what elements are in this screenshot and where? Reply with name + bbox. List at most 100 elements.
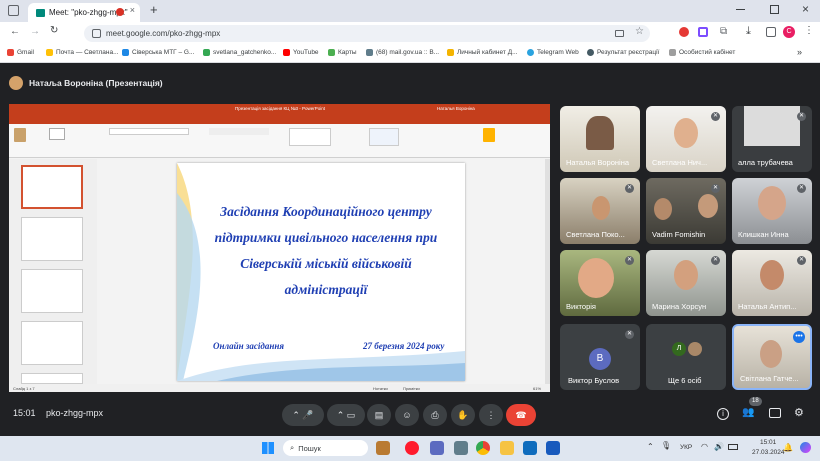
drive-icon xyxy=(203,49,210,56)
outlook-icon[interactable] xyxy=(523,441,537,455)
close-window-button[interactable]: × xyxy=(802,2,809,16)
more-bookmarks-icon[interactable]: » xyxy=(797,47,802,57)
bookmark-siverska[interactable]: Сіверська МТГ – G... xyxy=(122,49,194,56)
site-info-icon[interactable] xyxy=(92,29,101,38)
camera-options-button[interactable]: ⌃ ▭ xyxy=(327,404,365,426)
bookmark-star-icon[interactable]: ☆ xyxy=(635,26,644,37)
volume-icon[interactable]: 🔊 xyxy=(714,442,724,451)
word-icon[interactable] xyxy=(546,441,560,455)
participant-tile[interactable]: ✕ Марина Хорсун xyxy=(646,250,726,316)
activities-icon[interactable]: ⚙ xyxy=(794,406,804,419)
menu-kebab-icon[interactable]: ⋮ xyxy=(804,25,814,36)
tab-search-icon[interactable] xyxy=(766,27,776,37)
participant-tile[interactable]: Наталья Воронiна xyxy=(560,106,640,172)
battery-icon[interactable] xyxy=(728,444,738,450)
chrome-icon[interactable] xyxy=(476,441,490,455)
participant-video xyxy=(744,106,800,146)
participant-tile[interactable]: ✕ Vadim Fomishin xyxy=(646,178,726,244)
participant-tile[interactable]: ✕ Наталья Антип... xyxy=(732,250,812,316)
ppt-vertical-scrollbar[interactable] xyxy=(545,159,550,384)
bookmark-maps[interactable]: Карты xyxy=(328,49,357,56)
comments-button[interactable]: Примітки xyxy=(403,386,420,391)
participant-tile[interactable]: ✕ Клишкан Инна xyxy=(732,178,812,244)
bookmark-pochta[interactable]: Почта — Светлана... xyxy=(46,49,119,56)
emoji-button[interactable]: ☺ xyxy=(395,404,419,426)
language-indicator[interactable]: УКР xyxy=(680,444,692,451)
microphone-tray-icon[interactable]: 🎙 xyxy=(661,441,671,450)
windows-start-icon[interactable] xyxy=(262,442,274,454)
participant-video xyxy=(674,260,698,290)
extension-red-icon[interactable] xyxy=(679,27,689,37)
minimize-button[interactable] xyxy=(736,9,745,10)
more-options-icon[interactable]: ••• xyxy=(793,331,805,343)
url-field[interactable]: meet.google.com/pko-zhgg-mpx ☆ xyxy=(84,25,650,42)
file-explorer-icon[interactable] xyxy=(500,441,514,455)
camera-status-icon[interactable] xyxy=(615,30,624,37)
slide-thumbnail-4[interactable] xyxy=(21,321,83,365)
clock-date[interactable]: 27.03.2024 xyxy=(752,449,785,456)
opera-icon[interactable] xyxy=(405,441,419,455)
bookmark-youtube[interactable]: YouTube xyxy=(283,49,319,56)
browser-tab[interactable]: Meet: "pko-zhgg-mpx" × xyxy=(28,3,140,22)
captions-button[interactable]: ▤ xyxy=(367,404,391,426)
windows-taskbar: ⌕ Пошук ⌃ 🎙 УКР ◠ 🔊 15:01 27.03.2024 🔔 xyxy=(0,436,820,461)
designer-icon xyxy=(483,128,495,142)
mic-off-icon: ✕ xyxy=(711,112,720,121)
raise-hand-button[interactable]: ✋ xyxy=(451,404,475,426)
leave-call-button[interactable]: ☎ xyxy=(506,404,536,426)
participant-tile[interactable]: В ✕ Виктор Буслов xyxy=(560,324,640,390)
bookmark-result[interactable]: Результат реєстрації xyxy=(587,49,659,56)
notification-icon[interactable]: 🔔 xyxy=(783,443,793,452)
ppt-window-title: Презентація засідання КЦ №3 - PowerPoint xyxy=(235,106,326,111)
slide-thumbnail-1[interactable] xyxy=(21,165,83,209)
self-view-tile[interactable]: ••• Світлана Гатче... xyxy=(732,324,812,390)
clock-time[interactable]: 15:01 xyxy=(760,439,776,446)
participant-video xyxy=(698,194,718,218)
close-tab-icon[interactable]: × xyxy=(130,5,135,15)
bookmark-gmail[interactable]: Gmail xyxy=(7,49,34,56)
download-icon[interactable]: ⤓ xyxy=(746,25,751,38)
forward-icon[interactable]: → xyxy=(30,26,40,37)
notes-button[interactable]: Нотатки xyxy=(373,386,388,391)
bookmark-mail-gov[interactable]: (68) mail.gov.ua :: В... xyxy=(366,49,439,56)
files-icon[interactable] xyxy=(430,441,444,455)
mic-options-button[interactable]: ⌃ 🎤 xyxy=(282,404,324,426)
profile-avatar[interactable]: C xyxy=(783,26,795,38)
copilot-icon[interactable] xyxy=(800,442,811,453)
taskbar-widget-icon[interactable] xyxy=(376,441,390,455)
participant-tile[interactable]: ✕ Светлана Поко... xyxy=(560,178,640,244)
reload-icon[interactable]: ↻ xyxy=(50,25,58,36)
bookmark-svetlana[interactable]: svetlana_gatchenko... xyxy=(203,49,276,56)
ppt-title-bar: Презентація засідання КЦ №3 - PowerPoint… xyxy=(9,104,550,115)
mail-icon xyxy=(46,49,53,56)
new-tab-button[interactable]: + xyxy=(150,2,158,17)
bookmark-cabinet[interactable]: Личный кабинет Д... xyxy=(447,49,518,56)
network-icon[interactable]: ◠ xyxy=(701,442,708,451)
participant-tile[interactable]: ✕ алла трубачева xyxy=(732,106,812,172)
more-options-button[interactable]: ⋮ xyxy=(479,404,503,426)
extension-icon[interactable] xyxy=(698,27,708,37)
store-icon[interactable] xyxy=(454,441,468,455)
back-icon[interactable]: ← xyxy=(10,26,20,37)
search-icon: ⌕ xyxy=(290,443,295,452)
meeting-info-icon[interactable]: i xyxy=(717,408,729,420)
maximize-button[interactable] xyxy=(770,5,779,14)
slide-thumbnail-5[interactable] xyxy=(21,373,83,384)
bookmarks-bar: Gmail Почта — Светлана... Сіверська МТГ … xyxy=(0,44,820,63)
participant-tile[interactable]: ✕ Викторія xyxy=(560,250,640,316)
present-button[interactable]: ⎙ xyxy=(423,404,447,426)
mic-off-icon: ✕ xyxy=(625,256,634,265)
participant-tile[interactable]: ✕ Светлана Нич... xyxy=(646,106,726,172)
slide-thumbnail-2[interactable] xyxy=(21,217,83,261)
bookmark-telegram[interactable]: Telegram Web xyxy=(527,49,579,56)
slide-thumbnail-3[interactable] xyxy=(21,269,83,313)
more-participants-tile[interactable]: Л Ще 6 осіб xyxy=(646,324,726,390)
bookmark-personal[interactable]: Особистий кабінет xyxy=(669,49,735,56)
show-hidden-icons[interactable]: ⌃ xyxy=(647,442,654,451)
extensions-puzzle-icon[interactable]: ⧉ xyxy=(720,26,727,37)
tab-list-icon[interactable] xyxy=(8,5,19,16)
chat-icon[interactable] xyxy=(769,408,781,418)
taskbar-search-box[interactable]: ⌕ Пошук xyxy=(283,440,368,456)
people-icon[interactable]: 👥 xyxy=(742,407,754,418)
meet-area: Натаља Воронiна (Презентація) Презентаці… xyxy=(0,63,820,436)
